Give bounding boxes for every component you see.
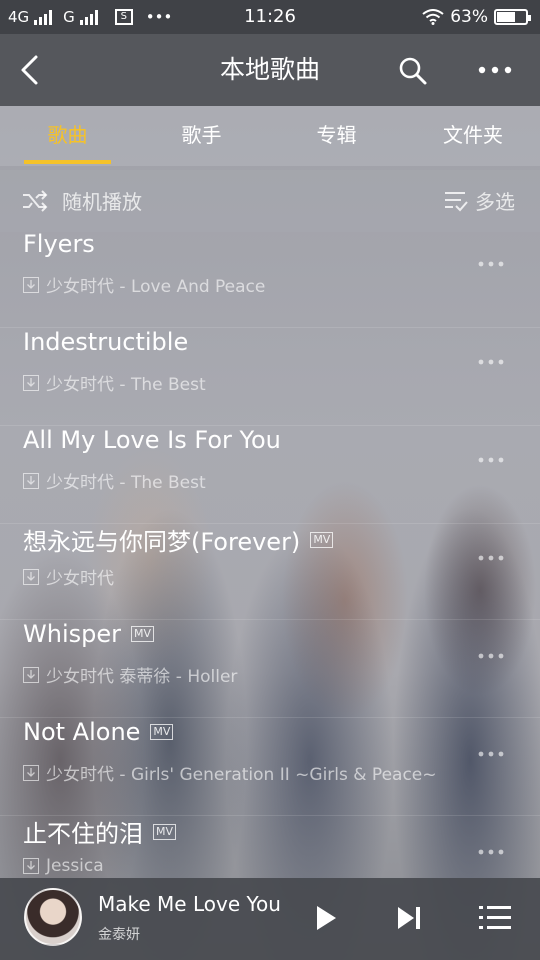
page-title: 本地歌曲 bbox=[219, 55, 320, 84]
battery-icon bbox=[494, 9, 531, 25]
song-title-wrap: Indestructible bbox=[23, 328, 188, 356]
playlist-icon[interactable] bbox=[479, 903, 511, 933]
song-subtitle: 少女时代 - The Best bbox=[46, 473, 206, 493]
shuffle-play-button[interactable]: 随机播放 bbox=[62, 186, 142, 215]
song-subtitle-wrap: Jessica bbox=[23, 856, 104, 876]
title-bar: 本地歌曲 bbox=[0, 34, 540, 106]
song-title-wrap: 想永远与你同梦(Forever) MV bbox=[23, 522, 334, 557]
multi-select-icon[interactable] bbox=[444, 190, 468, 212]
mv-badge[interactable]: MV bbox=[150, 724, 174, 740]
play-icon[interactable] bbox=[314, 904, 338, 932]
song-subtitle: 少女时代 - Girls' Generation II ~Girls & Pea… bbox=[46, 765, 437, 785]
song-more-icon[interactable] bbox=[478, 456, 504, 464]
song-subtitle-wrap: 少女时代 - The Best bbox=[23, 370, 206, 395]
song-subtitle: 少女时代 泰蒂徐 - Holler bbox=[46, 667, 238, 687]
downloaded-icon bbox=[23, 472, 39, 489]
song-more-icon[interactable] bbox=[478, 652, 504, 660]
song-more-icon[interactable] bbox=[478, 848, 504, 856]
song-title: 想永远与你同梦(Forever) bbox=[23, 528, 301, 556]
song-title: Not Alone bbox=[23, 718, 141, 746]
song-title-wrap: 止不住的泪 MV bbox=[23, 814, 177, 849]
downloaded-icon bbox=[23, 276, 39, 293]
song-title-wrap: Not Alone MV bbox=[23, 718, 174, 746]
song-subtitle: 少女时代 - Love And Peace bbox=[46, 277, 266, 297]
wifi-icon bbox=[422, 9, 444, 25]
multi-select-button[interactable]: 多选 bbox=[475, 186, 515, 215]
song-subtitle: Jessica bbox=[46, 856, 104, 876]
tab-bar: 歌曲 歌手 专辑 文件夹 bbox=[0, 106, 540, 166]
song-title-wrap: All My Love Is For You bbox=[23, 426, 281, 454]
tab-albums[interactable]: 专辑 bbox=[293, 106, 380, 166]
song-subtitle-wrap: 少女时代 - The Best bbox=[23, 468, 206, 493]
song-subtitle: 少女时代 - The Best bbox=[46, 375, 206, 395]
song-subtitle-wrap: 少女时代 - Girls' Generation II ~Girls & Pea… bbox=[23, 760, 437, 785]
now-playing-title: Make Me Love You bbox=[98, 892, 281, 916]
song-title-wrap: Whisper MV bbox=[23, 620, 154, 648]
song-row[interactable]: Not Alone MV 少女时代 - Girls' Generation II… bbox=[0, 718, 540, 816]
song-subtitle-wrap: 少女时代 bbox=[23, 564, 114, 589]
song-title-wrap: Flyers bbox=[23, 230, 95, 258]
song-title: 止不住的泪 bbox=[23, 820, 143, 848]
downloaded-icon bbox=[23, 568, 39, 585]
next-track-icon[interactable] bbox=[396, 905, 422, 931]
tab-folders[interactable]: 文件夹 bbox=[428, 106, 518, 166]
song-title: Flyers bbox=[23, 230, 95, 258]
screen: 4G G S ••• 11:26 63% 本地歌曲 歌曲 歌手 专辑 文件夹 随… bbox=[0, 0, 540, 960]
song-row[interactable]: Flyers 少女时代 - Love And Peace bbox=[0, 230, 540, 328]
album-art-avatar[interactable] bbox=[24, 888, 82, 946]
song-row[interactable]: 想永远与你同梦(Forever) MV 少女时代 bbox=[0, 522, 540, 620]
song-title: Indestructible bbox=[23, 328, 189, 356]
now-playing-artist: 金泰妍 bbox=[98, 927, 140, 943]
song-title: Whisper bbox=[23, 620, 121, 648]
status-bar: 4G G S ••• 11:26 63% bbox=[0, 0, 540, 34]
song-subtitle-wrap: 少女时代 - Love And Peace bbox=[23, 272, 265, 297]
song-subtitle: 少女时代 bbox=[46, 569, 114, 589]
tab-songs[interactable]: 歌曲 bbox=[24, 106, 111, 166]
mv-badge[interactable]: MV bbox=[130, 626, 154, 642]
downloaded-icon bbox=[23, 374, 39, 391]
downloaded-icon bbox=[23, 666, 39, 683]
song-subtitle-wrap: 少女时代 泰蒂徐 - Holler bbox=[23, 662, 237, 687]
downloaded-icon bbox=[23, 858, 39, 874]
active-tab-indicator bbox=[24, 160, 111, 164]
song-more-icon[interactable] bbox=[478, 260, 504, 268]
shuffle-icon[interactable] bbox=[22, 189, 48, 213]
search-icon[interactable] bbox=[398, 56, 428, 86]
downloaded-icon bbox=[23, 764, 39, 781]
song-more-icon[interactable] bbox=[478, 750, 504, 758]
song-more-icon[interactable] bbox=[478, 358, 504, 366]
song-more-icon[interactable] bbox=[478, 554, 504, 562]
battery-percent: 63% bbox=[450, 7, 488, 27]
song-row[interactable]: Indestructible 少女时代 - The Best bbox=[0, 328, 540, 426]
more-icon[interactable] bbox=[476, 58, 514, 82]
song-row[interactable]: Whisper MV 少女时代 泰蒂徐 - Holler bbox=[0, 620, 540, 718]
list-toolbar: 随机播放 多选 bbox=[0, 170, 540, 232]
tab-artists[interactable]: 歌手 bbox=[158, 106, 245, 166]
song-title: All My Love Is For You bbox=[23, 426, 281, 454]
now-playing-bar[interactable]: Make Me Love You 金泰妍 bbox=[0, 878, 540, 960]
mv-badge[interactable]: MV bbox=[153, 823, 177, 840]
status-right: 63% bbox=[422, 0, 531, 34]
mv-badge[interactable]: MV bbox=[310, 531, 334, 548]
song-row[interactable]: All My Love Is For You 少女时代 - The Best bbox=[0, 426, 540, 524]
